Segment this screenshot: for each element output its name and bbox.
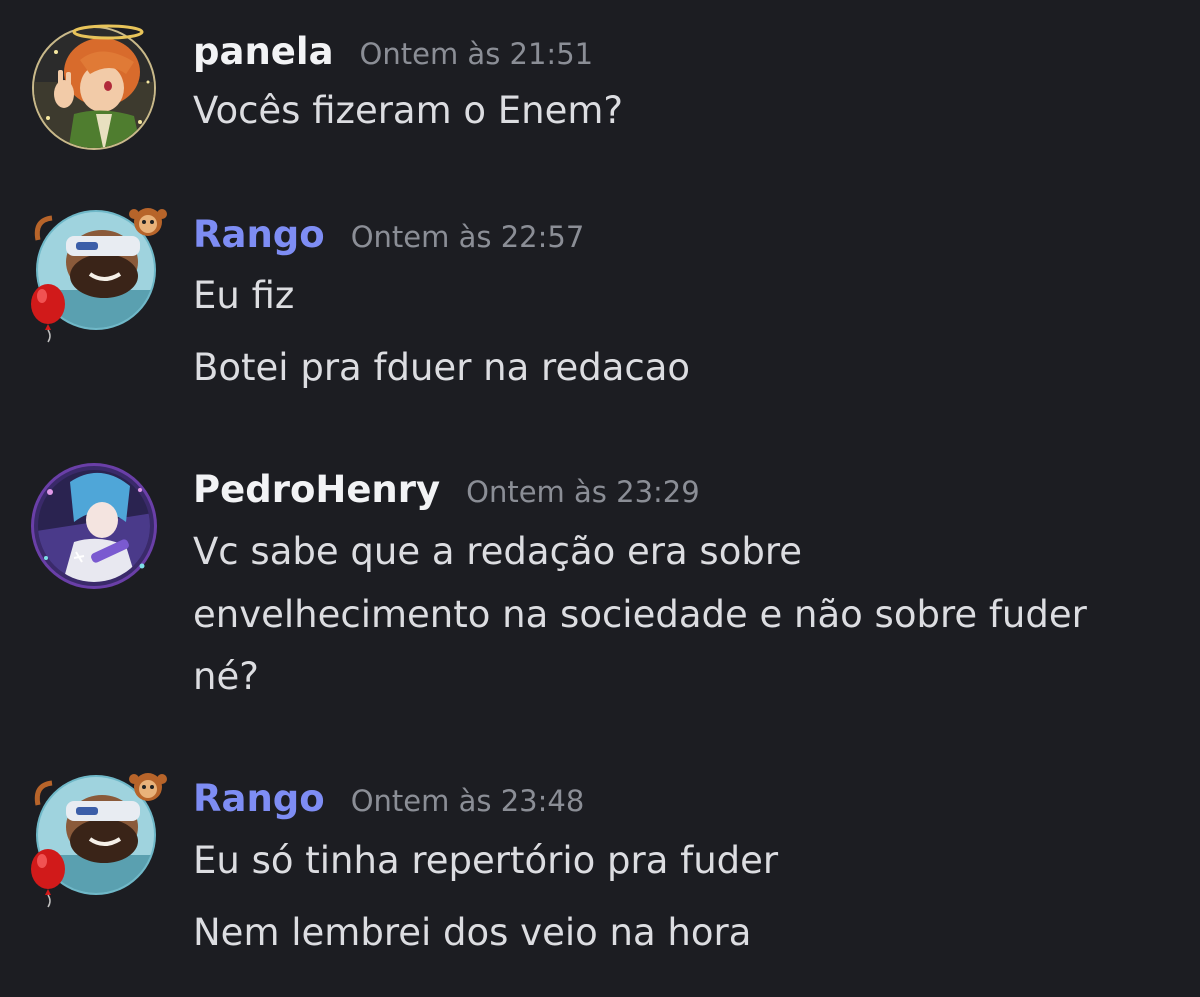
- avatar-rango[interactable]: [30, 765, 167, 908]
- message-header: Rango Ontem às 23:48: [193, 777, 584, 820]
- timestamp: Ontem às 21:51: [359, 37, 594, 71]
- anime-girl-avatar-icon: [32, 24, 156, 150]
- anime-character-avatar-icon: [31, 463, 157, 589]
- avatar-rango[interactable]: [30, 200, 167, 343]
- message-text: Eu fiz: [193, 274, 295, 317]
- bearded-man-avatar-icon: [31, 773, 167, 908]
- message-header: panela Ontem às 21:51: [193, 30, 593, 73]
- message-text: Eu só tinha repertório pra fuder: [193, 839, 779, 882]
- avatar-pedrohenry[interactable]: [30, 462, 160, 592]
- username[interactable]: Rango: [193, 777, 325, 820]
- bearded-man-avatar-icon: [31, 208, 167, 343]
- username[interactable]: panela: [193, 30, 334, 73]
- timestamp: Ontem às 23:48: [350, 784, 585, 818]
- message-text: Nem lembrei dos veio na hora: [193, 911, 752, 954]
- message-header: Rango Ontem às 22:57: [193, 213, 584, 256]
- timestamp: Ontem às 23:29: [466, 475, 700, 509]
- message-text: envelhecimento na sociedade e não sobre …: [193, 593, 1087, 636]
- username[interactable]: Rango: [193, 213, 325, 256]
- avatar-panela[interactable]: [30, 22, 160, 152]
- message-text: Vc sabe que a redação era sobre: [193, 530, 802, 573]
- message-header: PedroHenry Ontem às 23:29: [193, 468, 700, 511]
- message-text: né?: [193, 655, 259, 698]
- username[interactable]: PedroHenry: [193, 468, 440, 511]
- message-text: Vocês fizeram o Enem?: [193, 89, 624, 132]
- timestamp: Ontem às 22:57: [350, 220, 585, 254]
- message-text: Botei pra fduer na redacao: [193, 346, 691, 389]
